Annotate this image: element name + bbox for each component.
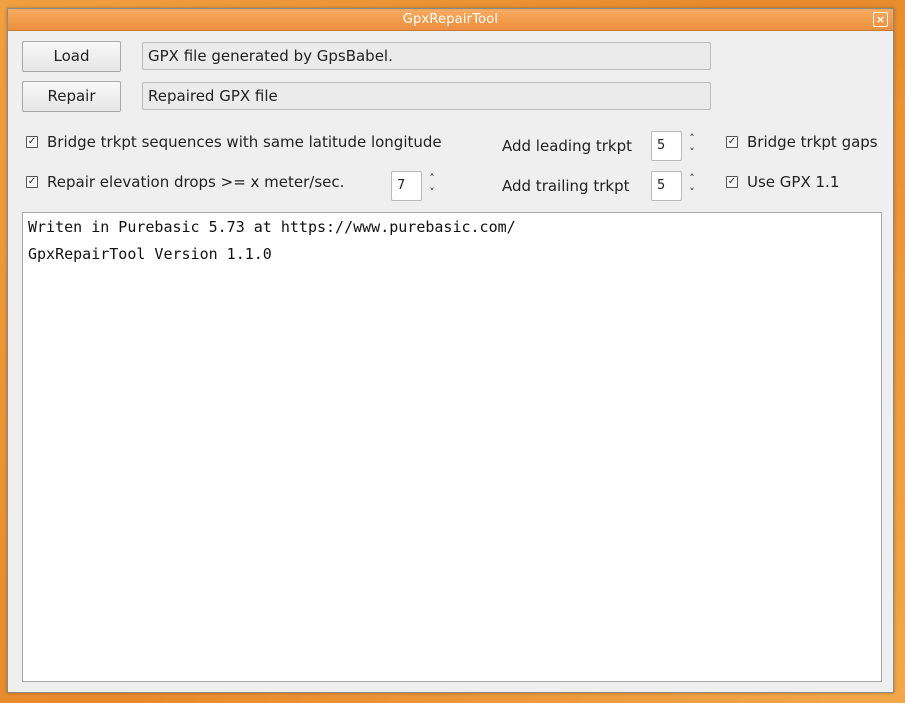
output-file-field[interactable]: Repaired GPX file [142, 82, 711, 110]
bridge-gaps-label: Bridge trkpt gaps [747, 133, 878, 151]
chevron-down-icon[interactable]: ˅ [685, 147, 699, 159]
bridge-same-latlon-label: Bridge trkpt sequences with same latitud… [47, 133, 442, 151]
add-leading-spin-arrows: ˄ ˅ [685, 132, 699, 162]
elevation-threshold-spinbox[interactable]: 7 [391, 171, 422, 201]
window-title: GpxRepairTool [402, 12, 499, 27]
use-gpx11-checkbox[interactable]: ✓ Use GPX 1.1 [726, 172, 839, 192]
repair-button[interactable]: Repair [22, 81, 121, 112]
elevation-spin-arrows: ˄ ˅ [425, 172, 439, 202]
input-file-field[interactable]: GPX file generated by GpsBabel. [142, 42, 711, 70]
chevron-down-icon[interactable]: ˅ [425, 187, 439, 199]
checkmark-icon: ✓ [26, 176, 38, 188]
close-icon: × [875, 13, 886, 26]
load-button[interactable]: Load [22, 41, 121, 72]
add-trailing-spinbox[interactable]: 5 [651, 171, 682, 201]
app-window: GpxRepairTool × Load GPX file generated … [7, 8, 894, 693]
use-gpx11-label: Use GPX 1.1 [747, 173, 840, 191]
chevron-up-icon[interactable]: ˄ [425, 173, 439, 185]
close-button[interactable]: × [873, 12, 888, 27]
checkmark-icon: ✓ [726, 176, 738, 188]
chevron-up-icon[interactable]: ˄ [685, 173, 699, 185]
chevron-down-icon[interactable]: ˅ [685, 187, 699, 199]
repair-elevation-checkbox[interactable]: ✓ Repair elevation drops >= x meter/sec. [26, 172, 344, 192]
add-trailing-spin-arrows: ˄ ˅ [685, 172, 699, 202]
log-line: GpxRepairTool Version 1.1.0 [28, 245, 272, 263]
checkmark-icon: ✓ [726, 136, 738, 148]
add-leading-spinbox[interactable]: 5 [651, 131, 682, 161]
bridge-gaps-checkbox[interactable]: ✓ Bridge trkpt gaps [726, 132, 878, 152]
add-leading-label: Add leading trkpt [502, 137, 633, 155]
checkmark-icon: ✓ [26, 136, 38, 148]
add-trailing-label: Add trailing trkpt [502, 177, 630, 195]
chevron-up-icon[interactable]: ˄ [685, 133, 699, 145]
repair-elevation-label: Repair elevation drops >= x meter/sec. [47, 173, 345, 191]
title-bar[interactable]: GpxRepairTool × [8, 9, 893, 31]
log-output[interactable]: Writen in Purebasic 5.73 at https://www.… [22, 212, 882, 682]
log-line: Writen in Purebasic 5.73 at https://www.… [28, 218, 516, 236]
bridge-same-latlon-checkbox[interactable]: ✓ Bridge trkpt sequences with same latit… [26, 132, 442, 152]
